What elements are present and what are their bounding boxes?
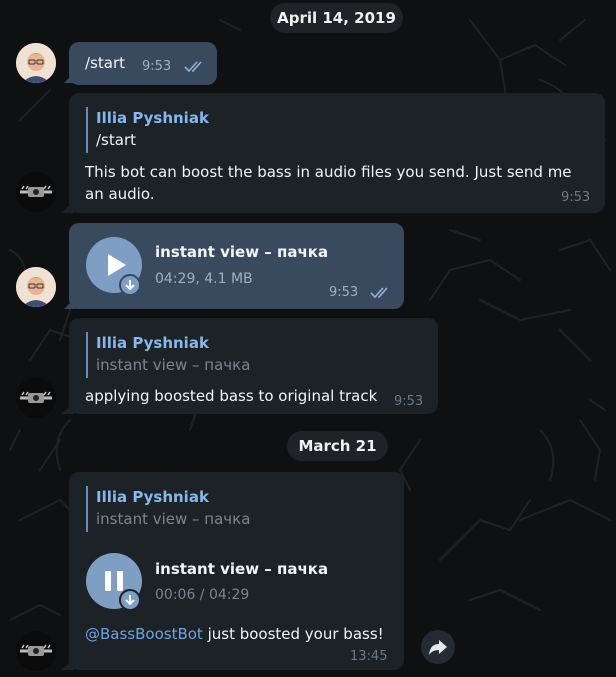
date-separator: March 21 (287, 431, 388, 461)
reply-author: Illia Pyshniak (96, 334, 209, 352)
message-bubble-outgoing[interactable]: /start 9:53 (69, 42, 217, 85)
reply-author: Illia Pyshniak (96, 488, 209, 506)
date-label: March 21 (298, 437, 377, 455)
message-time: 9:53 (329, 285, 359, 300)
date-separator: April 14, 2019 (270, 3, 403, 33)
message-time: 9:53 (561, 190, 591, 205)
bot-avatar[interactable] (16, 172, 56, 212)
date-label: April 14, 2019 (277, 9, 396, 27)
reply-quote[interactable]: Illia Pyshniak instant view – пачка (86, 332, 250, 378)
message-bubble-incoming[interactable]: Illia Pyshniak /start This bot can boost… (69, 93, 605, 213)
double-check-icon (184, 61, 202, 73)
message-time: 13:45 (350, 649, 388, 664)
bot-mention-link[interactable]: @BassBoostBot (85, 625, 203, 643)
message-time: 9:53 (142, 59, 172, 74)
share-arrow-icon (429, 640, 447, 655)
reply-snippet: instant view – пачка (96, 356, 251, 374)
share-button[interactable] (421, 630, 455, 664)
bot-avatar[interactable] (16, 378, 56, 418)
message-time: 9:53 (394, 394, 424, 409)
message-caption: @BassBoostBot just boosted your bass! (85, 623, 384, 645)
audio-message-incoming[interactable]: Illia Pyshniak instant view – пачка inst… (69, 472, 404, 670)
download-badge[interactable] (119, 589, 141, 611)
message-text: /start (85, 54, 125, 72)
reply-snippet: /start (96, 131, 136, 149)
audio-message-outgoing[interactable]: instant view – пачка 04:29, 4.1 MB 9:53 (69, 223, 404, 309)
double-check-icon (370, 287, 388, 299)
user-avatar[interactable] (16, 267, 56, 307)
reply-quote[interactable]: Illia Pyshniak instant view – пачка (86, 486, 250, 532)
download-badge[interactable] (119, 274, 141, 296)
audio-progress: 00:06 / 04:29 (155, 587, 250, 603)
audio-title: instant view – пачка (155, 560, 329, 578)
reply-snippet: instant view – пачка (96, 510, 251, 528)
reply-quote[interactable]: Illia Pyshniak /start (86, 107, 209, 153)
caption-text: just boosted your bass! (202, 625, 384, 643)
message-text: applying boosted bass to original track (85, 387, 378, 405)
message-bubble-incoming[interactable]: Illia Pyshniak instant view – пачка appl… (69, 318, 438, 414)
user-avatar[interactable] (16, 43, 56, 83)
message-text: This bot can boost the bass in audio fil… (85, 163, 572, 203)
audio-duration-size: 04:29, 4.1 MB (155, 271, 253, 287)
download-arrow-icon (125, 595, 135, 606)
audio-title: instant view – пачка (155, 243, 329, 261)
reply-author: Illia Pyshniak (96, 109, 209, 127)
bot-avatar[interactable] (16, 631, 56, 671)
download-arrow-icon (125, 280, 135, 291)
